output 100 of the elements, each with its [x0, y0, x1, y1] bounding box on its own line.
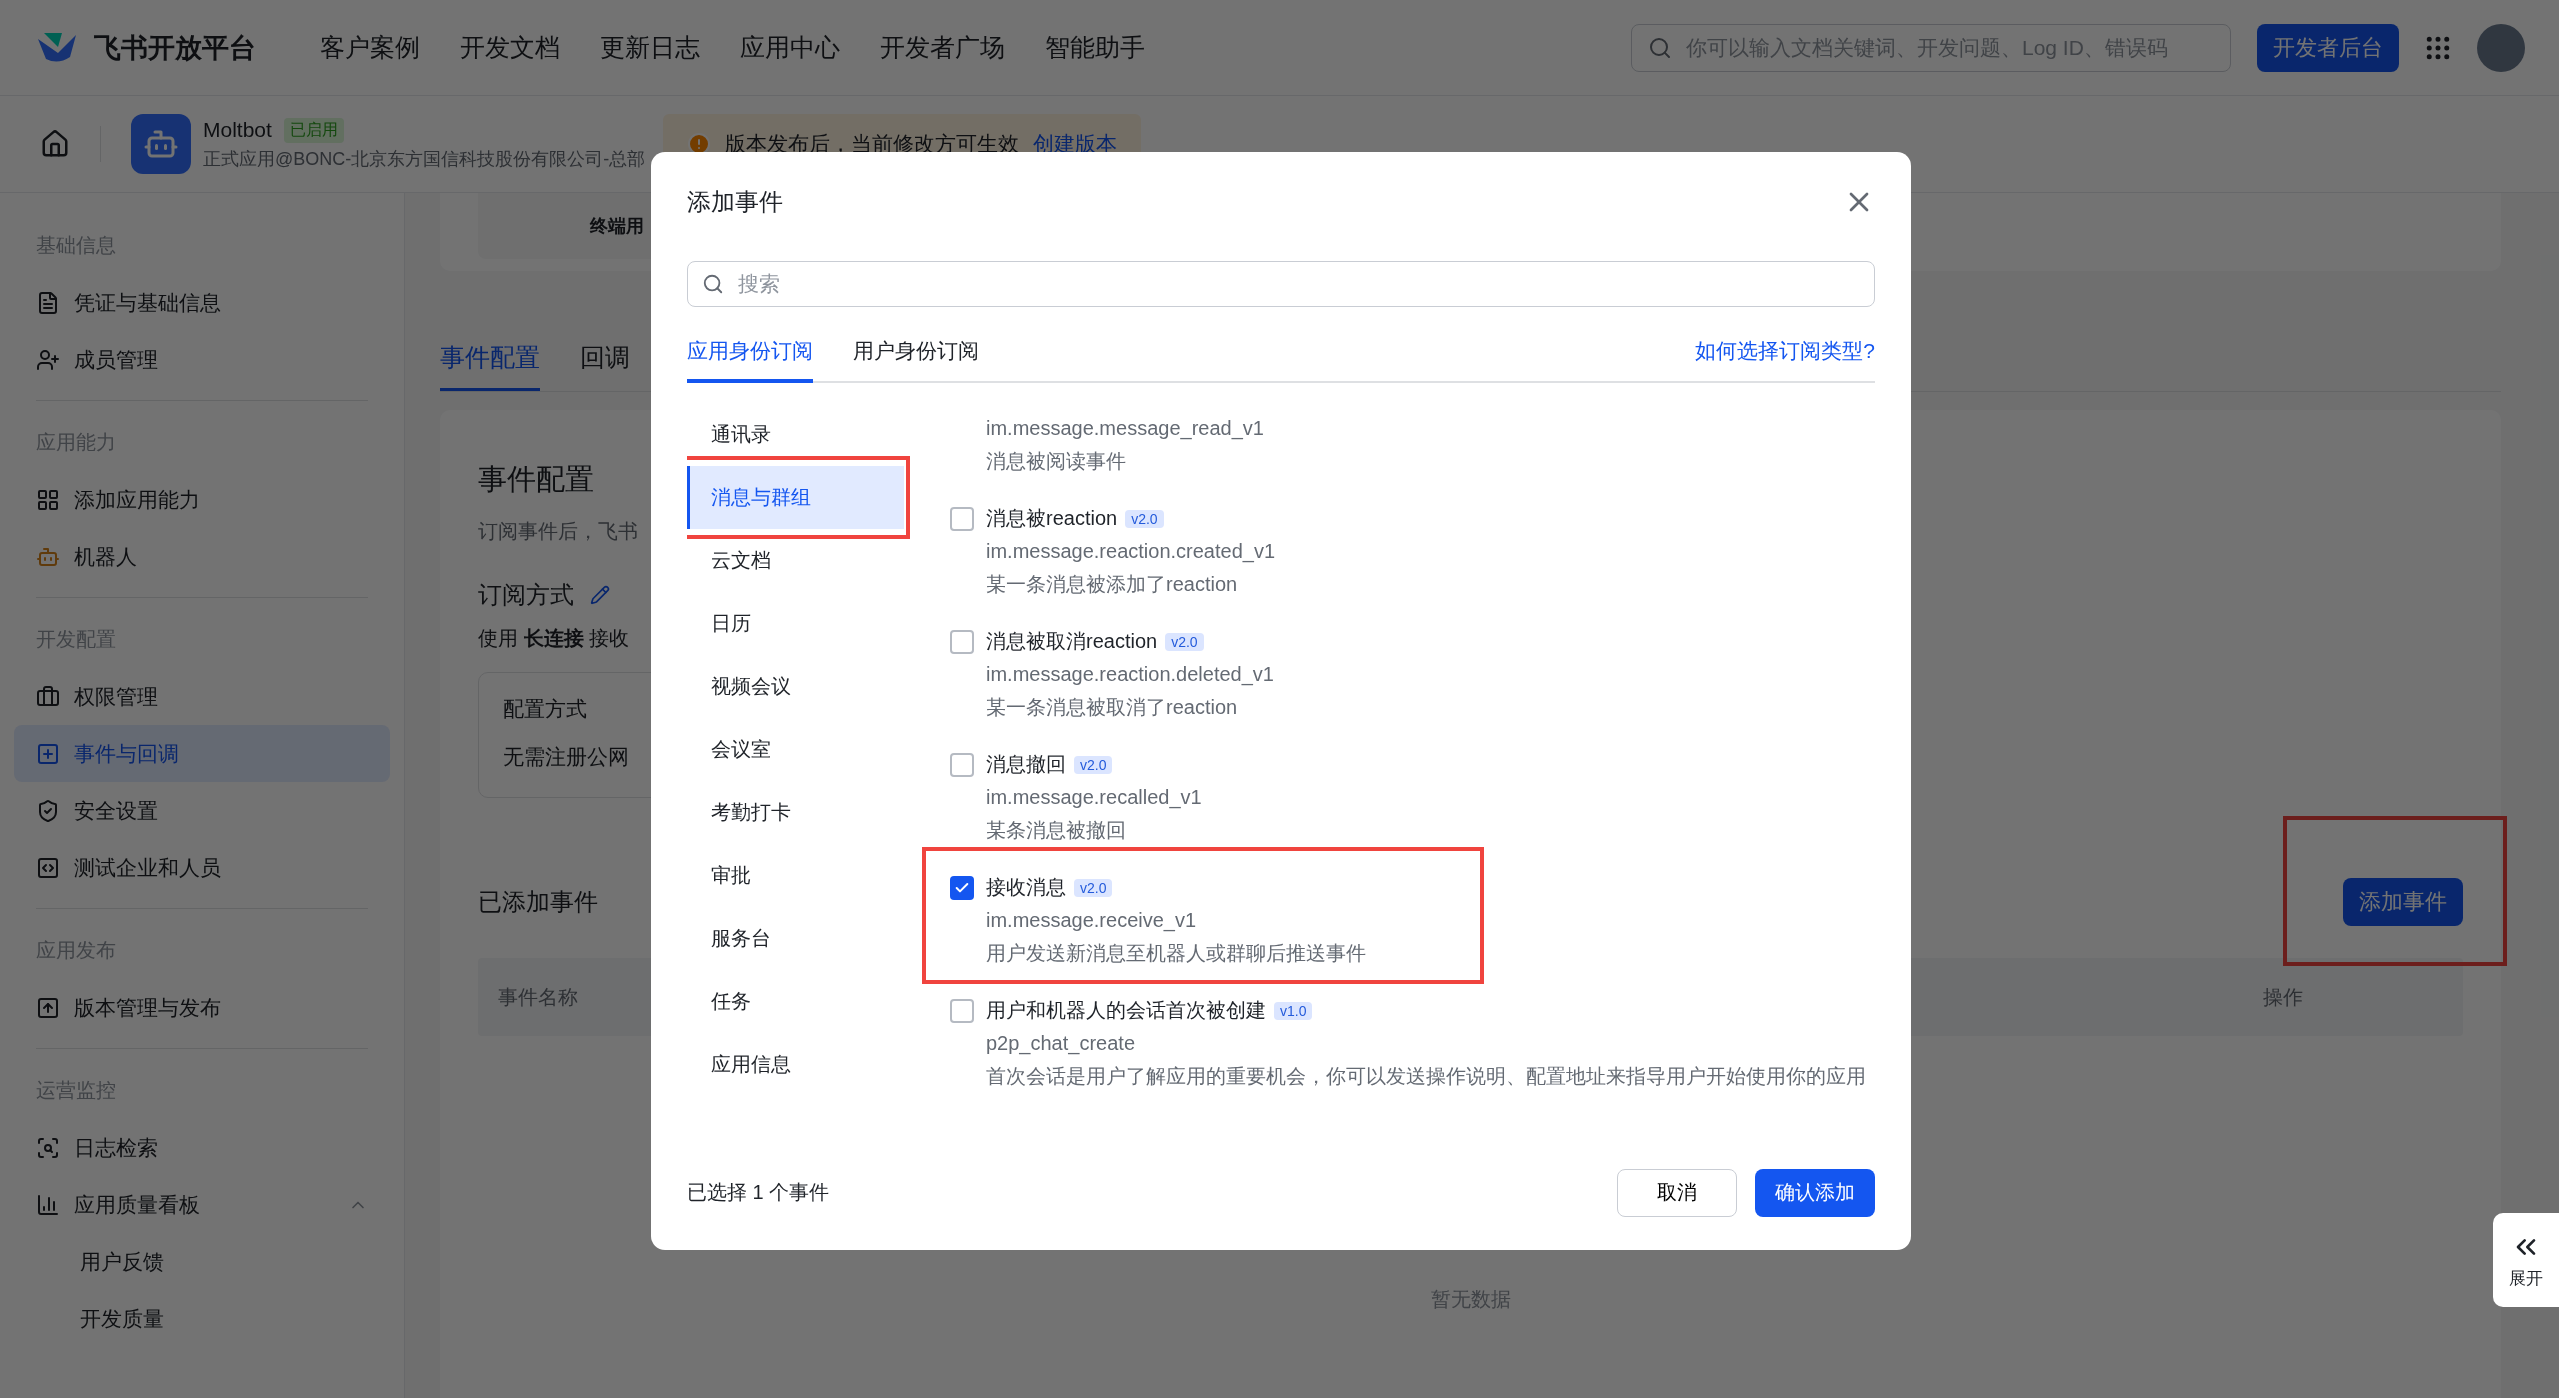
upload-icon [36, 995, 60, 1020]
checkbox[interactable] [950, 752, 974, 777]
tab[interactable]: 事件配置 [440, 341, 540, 391]
selection-count: 已选择 1 个事件 [687, 1180, 830, 1205]
category-item[interactable]: 考勤打卡 [687, 781, 904, 844]
sidebar-item[interactable]: 用户反馈 [14, 1233, 390, 1290]
sidebar-item[interactable]: 应用质量看板 [14, 1176, 390, 1233]
sidebar-item[interactable]: 安全设置 [14, 782, 390, 839]
version-badge: v1.0 [1274, 1001, 1313, 1020]
event-code: im.message.recalled_v1 [986, 785, 1202, 811]
version-badge: v2.0 [1165, 632, 1204, 651]
event-title: 消息被取消reaction [986, 629, 1158, 654]
plus-square-icon [36, 741, 60, 766]
app-name: Moltbot [203, 118, 272, 142]
home-icon[interactable] [40, 129, 70, 159]
tab[interactable]: 回调 [580, 341, 630, 391]
nav-link[interactable]: 更新日志 [600, 31, 700, 64]
sidebar-item[interactable]: 版本管理与发布 [14, 979, 390, 1036]
category-item[interactable]: 日历 [687, 592, 904, 655]
confirm-button[interactable]: 确认添加 [1755, 1168, 1875, 1217]
event-code: im.message.reaction.created_v1 [986, 539, 1276, 565]
code-icon [36, 855, 60, 880]
category-item[interactable]: 服务台 [687, 907, 904, 970]
console-button[interactable]: 开发者后台 [2257, 23, 2399, 72]
event-code: im.message.receive_v1 [986, 908, 1197, 934]
category-item[interactable]: 会议室 [687, 718, 904, 781]
version-badge: v2.0 [1125, 509, 1164, 528]
column-header: 操作 [2263, 984, 2303, 1010]
dialog-title: 添加事件 [687, 187, 783, 217]
app-icon [131, 114, 191, 174]
event-description: 某条消息被撤回 [986, 818, 1126, 843]
nav-link[interactable]: 开发文档 [460, 31, 560, 64]
event-title: 接收消息 [986, 875, 1066, 900]
section-title: 事件配置 [478, 462, 594, 497]
event-description: 某一条消息被取消了reaction [986, 695, 1238, 720]
sidebar-item[interactable]: 添加应用能力 [14, 471, 390, 528]
event-description: 消息被阅读事件 [986, 449, 1126, 474]
status-badge: 已启用 [283, 117, 344, 143]
sidebar-item[interactable]: 成员管理 [14, 331, 390, 388]
config-label: 配置方式 [503, 696, 587, 722]
tab[interactable]: 用户身份订阅 [853, 337, 979, 383]
sidebar-item[interactable]: 权限管理 [14, 668, 390, 725]
event-description: 首次会话是用户了解应用的重要机会，你可以发送操作说明、配置地址来指导用户开始使用你的应用 [986, 1064, 1866, 1089]
nav-link[interactable]: 开发者广场 [880, 31, 1005, 64]
search-input[interactable]: 搜索 [736, 271, 1860, 297]
document-icon [36, 290, 60, 315]
sidebar-item[interactable]: 日志检索 [14, 1119, 390, 1176]
add-event-button[interactable]: 添加事件 [2343, 878, 2463, 926]
subscribe-label: 订阅方式 [478, 580, 574, 610]
sidebar-item[interactable]: 测试企业和人员 [14, 839, 390, 896]
category-item[interactable]: 云文档 [687, 529, 904, 592]
event-code: im.message.reaction.deleted_v1 [986, 662, 1274, 688]
checkbox[interactable] [950, 506, 974, 531]
category-item[interactable]: 审批 [687, 844, 904, 907]
search-icon [1648, 35, 1672, 60]
version-badge: v2.0 [1074, 878, 1113, 897]
tab[interactable]: 应用身份订阅 [687, 337, 813, 383]
help-link[interactable]: 如何选择订阅类型? [1695, 337, 1875, 381]
event-title: 用户和机器人的会话首次被创建 [986, 998, 1266, 1023]
category-item[interactable]: 任务 [687, 970, 904, 1033]
cancel-button[interactable]: 取消 [1617, 1168, 1737, 1217]
category-item[interactable]: 应用信息 [687, 1033, 904, 1096]
config-value: 无需注册公网 [503, 744, 629, 770]
version-badge: v2.0 [1074, 755, 1113, 774]
checkbox[interactable] [950, 998, 974, 1023]
avatar[interactable] [2477, 23, 2525, 72]
edit-icon[interactable] [590, 585, 610, 605]
event-code: im.message.message_read_v1 [986, 416, 1264, 442]
added-events-title: 已添加事件 [478, 887, 598, 917]
search-icon [702, 273, 724, 295]
subscribe-text: 使用 长连接 接收 [478, 626, 630, 651]
nav-link[interactable]: 应用中心 [740, 31, 840, 64]
column-header: 事件名称 [498, 984, 578, 1010]
card-text: 终端用 [590, 215, 644, 238]
checkbox[interactable] [950, 875, 974, 900]
shield-check-icon [36, 798, 60, 823]
category-item[interactable]: 消息与群组 [687, 466, 904, 529]
category-item[interactable]: 视频会议 [687, 655, 904, 718]
briefcase-icon [36, 684, 60, 709]
app-subtitle: 正式应用@BONC-北京东方国信科技股份有限公司-总部 [203, 147, 646, 171]
sidebar-item[interactable]: 机器人 [14, 528, 390, 585]
grid-icon [36, 487, 60, 512]
nav-link[interactable]: 客户案例 [320, 31, 420, 64]
logo-text[interactable]: 飞书开放平台 [94, 29, 256, 66]
event-title: 消息被reaction [986, 506, 1118, 531]
event-description: 某一条消息被添加了reaction [986, 572, 1238, 597]
search-field[interactable]: 搜索 [687, 261, 1875, 307]
sidebar-item[interactable]: 事件与回调 [14, 725, 390, 782]
sidebar-item[interactable]: 开发质量 [14, 1290, 390, 1347]
event-title: 消息撤回 [986, 752, 1066, 777]
category-item[interactable]: 通讯录 [687, 403, 904, 466]
sidebar-item[interactable]: 凭证与基础信息 [14, 274, 390, 331]
bar-chart-icon [36, 1192, 60, 1217]
event-description: 用户发送新消息至机器人或群聊后推送事件 [986, 941, 1366, 966]
expand-tab[interactable]: 展开 [2493, 1213, 2559, 1307]
nav-link[interactable]: 智能助手 [1045, 31, 1145, 64]
search-document-icon [36, 1135, 60, 1160]
user-plus-icon [36, 347, 60, 372]
checkbox[interactable] [950, 629, 974, 654]
section-description: 订阅事件后，飞书 [478, 519, 638, 544]
